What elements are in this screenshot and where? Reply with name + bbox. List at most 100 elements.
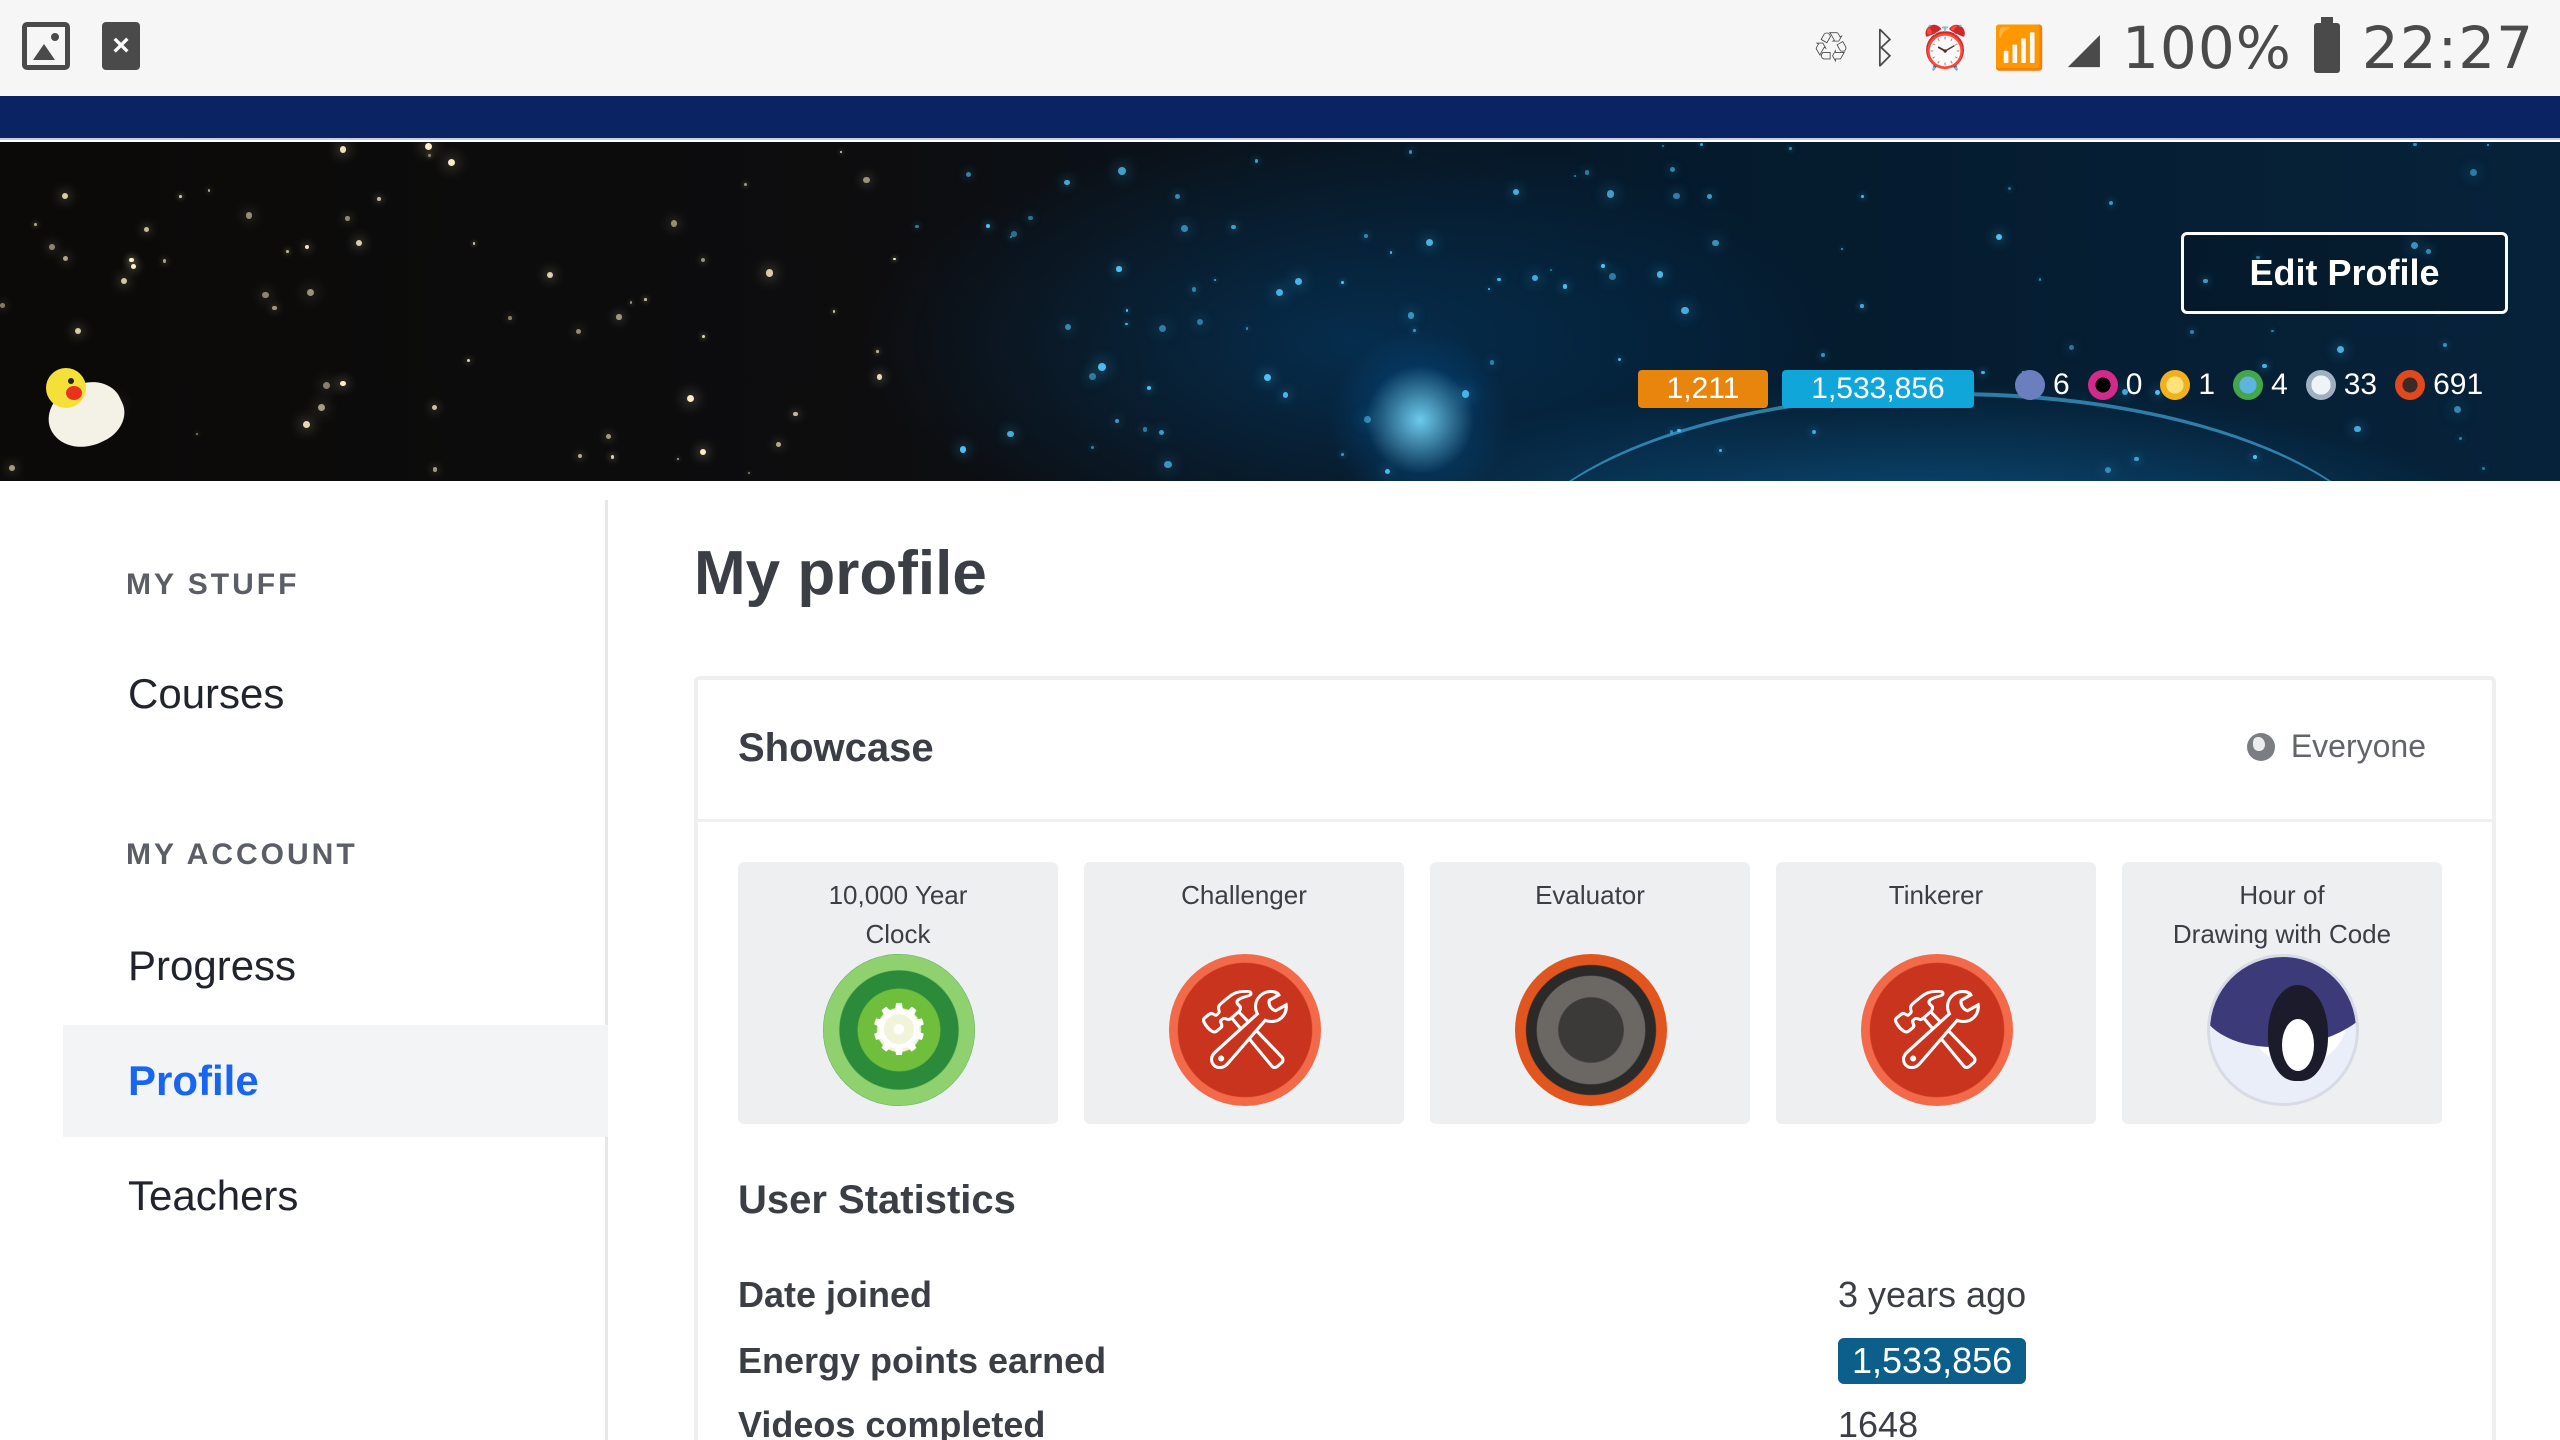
badge-count: 691 [2433, 368, 2484, 401]
penguin-badge-icon [2207, 954, 2359, 1106]
badge-name: Challenger [1181, 880, 1307, 910]
star [1263, 373, 1271, 381]
sidebar-item-courses[interactable]: Courses [63, 638, 608, 750]
black-hole-badge-icon [2087, 370, 2118, 400]
star [670, 220, 678, 227]
star [339, 146, 347, 153]
star [1662, 144, 1665, 147]
edit-profile-button[interactable]: Edit Profile [2181, 232, 2508, 314]
star [1341, 453, 1344, 456]
star [1656, 271, 1664, 278]
star [2271, 329, 2274, 333]
star [1028, 215, 1033, 220]
tools-badge-icon: 🛠 [1169, 954, 1321, 1106]
stat-label: Energy points earned [738, 1340, 1107, 1381]
showcase-tile[interactable]: Tinkerer 🛠 [1776, 862, 2096, 1124]
star [610, 455, 615, 459]
star [432, 467, 438, 472]
star [2481, 466, 2486, 471]
star [356, 240, 362, 246]
meteorite-badge-icon [1515, 954, 1667, 1106]
star [1231, 224, 1236, 230]
star [340, 380, 346, 387]
tools-badge-icon: 🛠 [1861, 954, 2013, 1106]
badge-count: 1 [2198, 368, 2216, 401]
star [546, 271, 553, 278]
star [1180, 224, 1188, 232]
star [1606, 190, 1615, 198]
badge-counts[interactable]: 6 0 1 4 33 691 [2015, 368, 2491, 402]
star [1699, 142, 1703, 147]
star [2038, 277, 2042, 281]
star [1996, 234, 2002, 241]
star [644, 298, 647, 301]
badge-name: Hour of Drawing with Code [2172, 880, 2392, 949]
star [1064, 179, 1070, 186]
star [431, 404, 438, 411]
star [1191, 287, 1197, 292]
star [447, 158, 456, 167]
star [832, 310, 836, 313]
sidebar-item-teachers[interactable]: Teachers [63, 1140, 608, 1252]
star [48, 244, 55, 250]
showcase-tile[interactable]: 10,000 Year Clock ⚙ [738, 862, 1058, 1124]
showcase-title: Showcase [738, 726, 934, 770]
star [1426, 239, 1433, 247]
challenge-patch-icon [2015, 370, 2045, 400]
star [1712, 239, 1719, 247]
visibility-selector[interactable]: Everyone [2246, 728, 2426, 765]
star [1090, 445, 1094, 449]
star [2108, 200, 2113, 205]
star [677, 457, 680, 460]
sun-badge-icon [2160, 370, 2191, 400]
avatar[interactable] [38, 362, 134, 460]
star [1681, 306, 1689, 315]
star [1341, 281, 1345, 284]
badge-name: Evaluator [1535, 880, 1645, 910]
earth-badge-icon [2233, 370, 2264, 400]
badge-name: Tinkerer [1888, 880, 1984, 910]
star [1497, 277, 1501, 282]
star [1673, 192, 1680, 199]
stat-row-videos-completed: Videos completed 1648 [738, 1404, 2458, 1440]
stat-row-energy-points: Energy points earned 1,533,856 [738, 1338, 2458, 1390]
gear-badge-icon: ⚙ [823, 954, 975, 1106]
star [1146, 385, 1151, 390]
badge-count: 6 [2053, 368, 2070, 401]
star [2453, 405, 2462, 414]
recycle-icon: ♲ [1812, 24, 1850, 71]
points-badge-orange: 1,211 [1638, 370, 1768, 408]
sidebar-item-profile[interactable]: Profile [63, 1025, 608, 1137]
top-nav-strip [0, 96, 2560, 140]
star [74, 328, 81, 335]
star [2068, 344, 2074, 350]
star [144, 226, 150, 232]
badge-count: 0 [2125, 368, 2143, 401]
visibility-label: Everyone [2290, 728, 2426, 764]
star [1981, 370, 1985, 374]
star [863, 176, 870, 183]
star [1461, 390, 1470, 398]
battery-icon [2313, 17, 2340, 73]
showcase-tile[interactable]: Hour of Drawing with Code [2122, 862, 2442, 1124]
star [1363, 234, 1368, 239]
star [915, 224, 919, 229]
star [965, 171, 971, 177]
showcase-tile[interactable]: Evaluator [1430, 862, 1750, 1124]
star [1164, 461, 1172, 469]
star [262, 291, 269, 299]
star [959, 446, 967, 453]
star [839, 151, 843, 154]
showcase-tile[interactable]: Challenger 🛠 [1084, 862, 1404, 1124]
star [793, 411, 799, 417]
sidebar: MY STUFF Courses MY ACCOUNT Progress Pro… [0, 500, 608, 1440]
badge-count: 33 [2343, 368, 2378, 401]
star [1158, 429, 1165, 436]
star [207, 189, 211, 193]
star [61, 192, 69, 200]
star [616, 314, 622, 320]
page-title: My profile [694, 539, 987, 608]
globe-icon [2246, 732, 2275, 761]
sidebar-item-progress[interactable]: Progress [63, 910, 608, 1022]
stat-label: Videos completed [738, 1404, 1046, 1440]
